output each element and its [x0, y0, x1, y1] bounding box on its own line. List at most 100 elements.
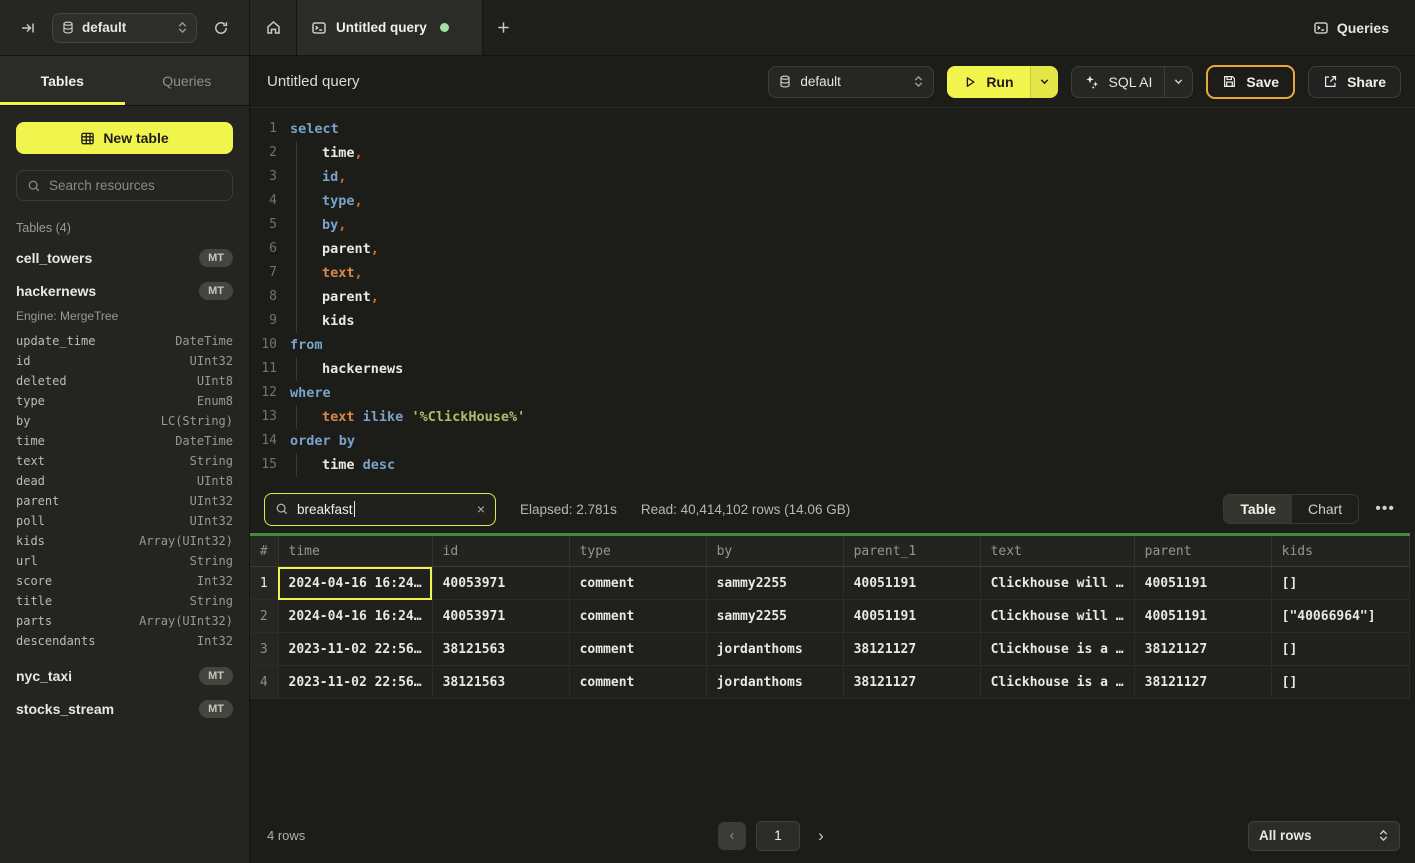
column-header-parent_1[interactable]: parent_1 [843, 535, 980, 567]
column-row[interactable]: update_timeDateTime [16, 331, 233, 351]
refresh-button[interactable] [207, 14, 235, 42]
row-index[interactable]: 1 [250, 567, 278, 600]
view-toggle-chart[interactable]: Chart [1292, 495, 1358, 523]
editor-line[interactable]: 4type, [250, 189, 1415, 213]
sidebar-table-cell-towers[interactable]: cell_towers MT [16, 241, 233, 274]
row-index[interactable]: 4 [250, 666, 278, 699]
table-cell[interactable]: 38121127 [1134, 633, 1271, 666]
column-row[interactable]: kidsArray(UInt32) [16, 531, 233, 551]
table-cell[interactable]: 38121563 [432, 633, 569, 666]
editor-line[interactable]: 6parent, [250, 237, 1415, 261]
column-row[interactable]: typeEnum8 [16, 391, 233, 411]
table-cell[interactable]: Clickhouse will … [980, 600, 1134, 633]
sql-editor[interactable]: 1select2time,3id,4type,5by,6parent,7text… [250, 108, 1415, 485]
column-header-by[interactable]: by [706, 535, 843, 567]
clear-search-icon[interactable]: × [477, 501, 485, 517]
column-row[interactable]: byLC(String) [16, 411, 233, 431]
table-cell[interactable]: comment [569, 666, 706, 699]
table-cell[interactable]: comment [569, 567, 706, 600]
editor-line[interactable]: 5by, [250, 213, 1415, 237]
editor-line[interactable]: 7text, [250, 261, 1415, 285]
table-cell[interactable]: [] [1271, 633, 1409, 666]
column-header-type[interactable]: type [569, 535, 706, 567]
column-row[interactable]: idUInt32 [16, 351, 233, 371]
table-cell[interactable]: [] [1271, 666, 1409, 699]
previous-page-button[interactable]: ‹ [718, 822, 746, 850]
column-row[interactable]: deadUInt8 [16, 471, 233, 491]
editor-line[interactable]: 12where [250, 381, 1415, 405]
column-row[interactable]: descendantsInt32 [16, 631, 233, 651]
table-cell[interactable]: Clickhouse is a … [980, 633, 1134, 666]
editor-line[interactable]: 9kids [250, 309, 1415, 333]
table-cell[interactable]: [] [1271, 567, 1409, 600]
table-cell[interactable]: 40051191 [843, 600, 980, 633]
editor-line[interactable]: 1select [250, 117, 1415, 141]
editor-line[interactable]: 10from [250, 333, 1415, 357]
results-search[interactable]: breakfast × [264, 493, 496, 526]
new-tab-button[interactable] [483, 0, 523, 55]
sidebar-tab-tables[interactable]: Tables [0, 56, 125, 105]
table-cell[interactable]: 40053971 [432, 567, 569, 600]
column-header-text[interactable]: text [980, 535, 1134, 567]
table-cell[interactable]: Clickhouse will … [980, 567, 1134, 600]
table-cell[interactable]: Clickhouse is a … [980, 666, 1134, 699]
column-row[interactable]: urlString [16, 551, 233, 571]
editor-line[interactable]: 14order by [250, 429, 1415, 453]
column-row[interactable]: textString [16, 451, 233, 471]
table-cell[interactable]: jordanthoms [706, 666, 843, 699]
sql-ai-options-button[interactable] [1164, 67, 1192, 97]
table-cell[interactable]: comment [569, 633, 706, 666]
column-row[interactable]: pollUInt32 [16, 511, 233, 531]
resource-search[interactable] [16, 170, 233, 201]
column-row[interactable]: partsArray(UInt32) [16, 611, 233, 631]
page-size-selector[interactable]: All rows [1248, 821, 1400, 851]
sql-ai-button[interactable]: SQL AI [1072, 74, 1165, 90]
database-selector-toolbar[interactable]: default [768, 66, 934, 98]
column-row[interactable]: scoreInt32 [16, 571, 233, 591]
editor-line[interactable]: 15time desc [250, 453, 1415, 477]
table-cell[interactable]: 38121127 [843, 633, 980, 666]
table-cell[interactable]: 40053971 [432, 600, 569, 633]
row-index[interactable]: 3 [250, 633, 278, 666]
column-row[interactable]: timeDateTime [16, 431, 233, 451]
editor-line[interactable]: 13text ilike '%ClickHouse%' [250, 405, 1415, 429]
table-cell[interactable]: 40051191 [1134, 600, 1271, 633]
table-cell[interactable]: 40051191 [1134, 567, 1271, 600]
share-button[interactable]: Share [1308, 66, 1401, 98]
table-cell[interactable]: comment [569, 600, 706, 633]
column-header-time[interactable]: time [278, 535, 432, 567]
sidebar-table-nyc-taxi[interactable]: nyc_taxi MT [16, 659, 233, 692]
page-number-input[interactable]: 1 [756, 821, 800, 851]
table-cell[interactable]: sammy2255 [706, 567, 843, 600]
table-cell[interactable]: sammy2255 [706, 600, 843, 633]
column-header-id[interactable]: id [432, 535, 569, 567]
table-cell[interactable]: 2024-04-16 16:24… [278, 567, 432, 600]
column-row[interactable]: titleString [16, 591, 233, 611]
tab-untitled-query[interactable]: Untitled query [297, 0, 483, 55]
table-cell[interactable]: 38121127 [843, 666, 980, 699]
table-cell[interactable]: 2023-11-02 22:56… [278, 666, 432, 699]
resource-search-input[interactable] [49, 178, 222, 193]
table-cell[interactable]: 2024-04-16 16:24… [278, 600, 432, 633]
database-selector-top[interactable]: default [52, 13, 197, 43]
save-button[interactable]: Save [1206, 65, 1295, 99]
column-row[interactable]: parentUInt32 [16, 491, 233, 511]
home-tab[interactable] [250, 0, 297, 55]
column-header-parent[interactable]: parent [1134, 535, 1271, 567]
more-options-button[interactable]: ••• [1373, 496, 1397, 522]
table-cell[interactable]: 38121127 [1134, 666, 1271, 699]
column-header-index[interactable]: # [250, 535, 278, 567]
sidebar-table-stocks-stream[interactable]: stocks_stream MT [16, 692, 233, 725]
run-button[interactable]: Run [947, 66, 1029, 98]
run-options-button[interactable] [1030, 66, 1058, 98]
column-header-kids[interactable]: kids [1271, 535, 1409, 567]
queries-nav-button[interactable]: Queries [1313, 0, 1415, 55]
column-row[interactable]: deletedUInt8 [16, 371, 233, 391]
next-page-button[interactable]: › [810, 822, 832, 850]
table-cell[interactable]: 38121563 [432, 666, 569, 699]
table-cell[interactable]: jordanthoms [706, 633, 843, 666]
editor-line[interactable]: 2time, [250, 141, 1415, 165]
editor-line[interactable]: 11hackernews [250, 357, 1415, 381]
sidebar-table-hackernews[interactable]: hackernews MT [16, 274, 233, 307]
view-toggle-table[interactable]: Table [1224, 495, 1292, 523]
